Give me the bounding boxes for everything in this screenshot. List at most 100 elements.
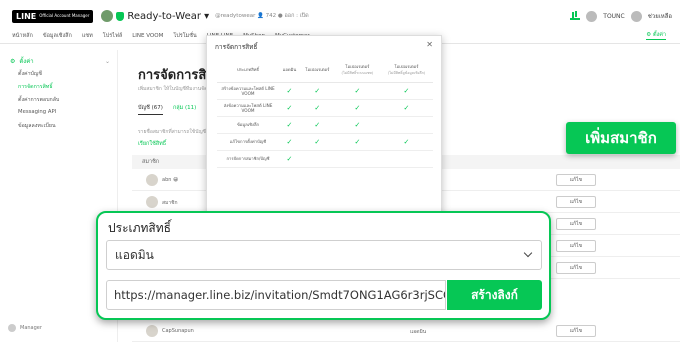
permission-cell (379, 116, 433, 134)
permission-cell: ✓ (299, 99, 335, 117)
member-note: รายชื่อสมาชิกที่สามารถใช้บัญชี (138, 129, 207, 135)
member-name: สมาชิก (162, 200, 178, 206)
permission-table: ประเภทสิทธิ์ แอดมิน โอเปอเรเตอร์ โอเปอเร… (217, 58, 433, 168)
nav-settings[interactable]: ⚙ ตั้งค่า (646, 31, 666, 40)
insight-chart-icon[interactable] (570, 12, 581, 20)
gear-icon: ⚙ (10, 57, 16, 65)
check-icon: ✓ (314, 120, 321, 129)
nav-promotion[interactable]: โปรโมชั่น (173, 32, 196, 40)
feature-label: การจัดการสมาชิก/บัญชี (217, 150, 279, 168)
member-role: แอดมิน (410, 329, 427, 335)
edit-button[interactable]: แก้ไข (556, 174, 596, 186)
permission-cell (334, 150, 380, 168)
member-name: abn 😀 (162, 177, 179, 183)
sidebar-item-permissions[interactable]: การจัดการสิทธิ์ (18, 83, 53, 91)
help-icon[interactable] (630, 10, 642, 22)
app-header: LINE Official Account Manager Ready-to-W… (12, 6, 672, 26)
permission-cell: ✓ (299, 116, 335, 134)
edit-button[interactable]: แก้ไข (556, 240, 596, 252)
check-icon: ✓ (354, 120, 361, 129)
feature-label: ส่งข้อความและโพสต์ LINE VOOM (217, 99, 279, 117)
user-name: TOUNC (603, 12, 625, 20)
line-oa-logo[interactable]: LINE Official Account Manager (12, 9, 94, 23)
nav-chat[interactable]: แชท (82, 32, 93, 40)
permission-cell: ✓ (279, 133, 300, 151)
logo-subtext: Official Account Manager (39, 13, 90, 18)
selected-role: แอดมิน (115, 247, 154, 262)
create-link-button[interactable]: สร้างลิงก์ (447, 280, 542, 310)
permission-row: การจัดการสมาชิก/บัญชี ✓ (217, 150, 433, 168)
check-icon: ✓ (403, 137, 410, 146)
tab-groups[interactable]: กลุ่ม (11) (173, 104, 196, 115)
permission-cell (379, 150, 433, 168)
logo-text: LINE (16, 11, 37, 21)
permission-cell: ✓ (379, 82, 433, 100)
feature-label: ข้อมูลเชิงลึก (217, 116, 279, 134)
sidebar-head[interactable]: ⚙ ตั้งค่า ⌄ (10, 56, 110, 66)
check-icon: ✓ (286, 154, 293, 163)
invite-link-callout: ประเภทสิทธิ์ แอดมิน https://manager.line… (96, 211, 551, 320)
col-header: แอดมิน (279, 58, 300, 83)
nav-profile[interactable]: โปรไฟล์ (103, 32, 122, 40)
check-icon: ✓ (286, 120, 293, 129)
check-icon: ✓ (286, 86, 293, 95)
check-icon: ✓ (314, 103, 321, 112)
permission-cell: ✓ (334, 82, 380, 100)
nav-home[interactable]: หน้าหลัก (12, 32, 33, 40)
col-header: โอเปอเรเตอร์ (299, 58, 335, 83)
permission-cell: ✓ (279, 82, 300, 100)
permission-cell: ✓ (279, 116, 300, 134)
edit-button[interactable]: แก้ไข (556, 196, 596, 208)
sidebar-item-registration[interactable]: ข้อมูลลงทะเบียน (18, 122, 56, 130)
verified-shield-icon (116, 11, 125, 21)
col-header: โอเปอเรเตอร์ (ไม่มีสิทธิ์ดูข้อมูลเชิงลึก) (379, 58, 433, 83)
close-icon[interactable]: ✕ (426, 40, 433, 49)
account-avatar (101, 10, 114, 22)
sidebar-head-label: ตั้งค่า (19, 58, 34, 65)
permission-cell: ✓ (334, 116, 380, 134)
header-right: TOUNC ช่วยเหลือ (570, 10, 672, 22)
sidebar-footer[interactable]: Manager (8, 324, 42, 332)
avatar (146, 325, 158, 337)
check-icon: ✓ (403, 103, 410, 112)
permission-type-label: ประเภทสิทธิ์ (108, 221, 171, 235)
manager-icon (8, 324, 16, 332)
permission-cell: ✓ (299, 82, 335, 100)
feature-label: แก้ไขการตั้งค่าบัญชี (217, 133, 279, 151)
sidebar-item-response[interactable]: ตั้งค่าการตอบกลับ (18, 96, 59, 104)
user-avatar[interactable] (586, 10, 598, 22)
chevron-down-icon: ⌄ (104, 57, 110, 65)
permission-cell: ✓ (334, 133, 380, 151)
tab-accounts[interactable]: บัญชี (67) (138, 104, 163, 115)
table-row: CapSunapun แอดมิน แก้ไข (132, 320, 680, 342)
chevron-down-icon (523, 248, 533, 258)
avatar (146, 196, 158, 208)
invite-url-field[interactable]: https://manager.line.biz/invitation/Smdt… (106, 280, 446, 310)
permission-row: ข้อมูลเชิงลึก ✓ ✓ ✓ (217, 116, 433, 134)
permission-cell: ✓ (379, 99, 433, 117)
edit-button[interactable]: แก้ไข (556, 262, 596, 274)
permission-link[interactable]: เรียกใช้สิทธิ์ (138, 140, 166, 148)
modal-title: การจัดการสิทธิ์ (215, 43, 258, 51)
permission-cell (299, 150, 335, 168)
permission-cell: ✓ (299, 133, 335, 151)
col-header: ประเภทสิทธิ์ (217, 58, 279, 83)
edit-button[interactable]: แก้ไข (556, 218, 596, 230)
sidebar-item-messaging-api[interactable]: Messaging API (18, 109, 56, 115)
permission-row: แก้ไขการตั้งค่าบัญชี ✓ ✓ ✓ ✓ (217, 133, 433, 151)
account-meta: @readytowear 👤 742 ● ออก : เปิด (215, 13, 309, 19)
permission-row: สร้างข้อความและโพสต์ LINE VOOM ✓ ✓ ✓ ✓ (217, 82, 433, 100)
edit-button[interactable]: แก้ไข (556, 325, 596, 337)
permission-cell: ✓ (279, 99, 300, 117)
nav-voom[interactable]: LINE VOOM (132, 33, 163, 39)
permission-cell: ✓ (379, 133, 433, 151)
sidebar-item-account[interactable]: ตั้งค่าบัญชี (18, 70, 42, 78)
account-switcher[interactable]: Ready-to-Wear ▾ (127, 11, 209, 22)
nav-insight[interactable]: ข้อมูลเชิงลึก (43, 32, 72, 40)
help-link[interactable]: ช่วยเหลือ (648, 11, 672, 21)
check-icon: ✓ (286, 137, 293, 146)
add-member-button[interactable]: เพิ่มสมาชิก (566, 122, 676, 154)
permission-type-select[interactable]: แอดมิน (106, 240, 542, 270)
permission-row: ส่งข้อความและโพสต์ LINE VOOM ✓ ✓ ✓ ✓ (217, 99, 433, 117)
check-icon: ✓ (354, 103, 361, 112)
